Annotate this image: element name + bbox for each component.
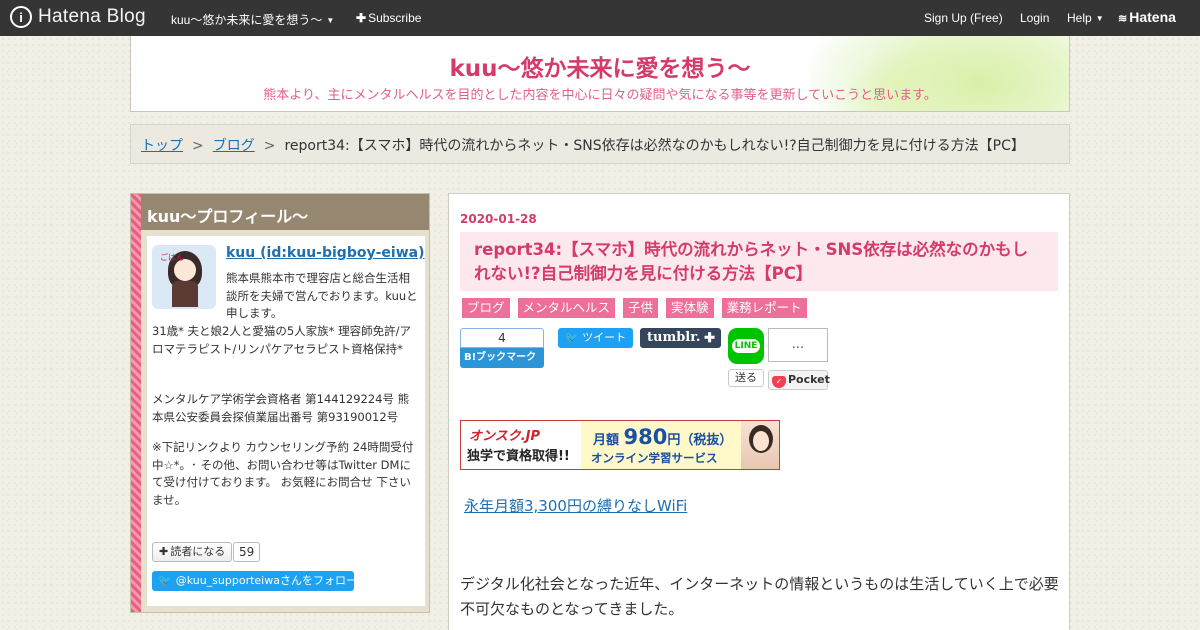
banner-service: オンライン学習サービス bbox=[591, 451, 718, 465]
breadcrumb-separator: > bbox=[192, 138, 204, 154]
logo-text: Hatena Blog bbox=[38, 6, 146, 27]
blog-description: 熊本より、主にメンタルヘルスを目的とした内容を中心に日々の疑問や気になる事等を更… bbox=[263, 88, 937, 103]
banner-plan-prefix: 月額 bbox=[593, 433, 620, 448]
help-menu[interactable]: Help ▼ bbox=[1067, 11, 1104, 25]
banner-middle: 月額 980円（税抜） オンライン学習サービス bbox=[581, 421, 741, 469]
avatar-caption: ごはん bbox=[160, 253, 184, 262]
caret-down-icon: ▼ bbox=[326, 16, 335, 25]
subscribe-label: Subscribe bbox=[368, 11, 422, 25]
banner-price-suffix: 円（税抜） bbox=[667, 433, 733, 448]
profile-module: kuu～プロフィール～ ごはん kuu (id:kuu-bigboy-eiwa)… bbox=[130, 193, 430, 613]
global-header: i Hatena Blog kuu～悠か未来に愛を想う～ ▼ ✚ Subscribe… bbox=[0, 0, 1200, 36]
article-title[interactable]: report34:【スマホ】時代の流れからネット・SNS依存は必然なのかもしれな… bbox=[460, 232, 1058, 291]
category-tag[interactable]: 実体験 bbox=[666, 298, 714, 318]
login-link[interactable]: Login bbox=[1020, 11, 1049, 25]
plus-icon: ✚ bbox=[704, 330, 715, 345]
breadcrumb-blog-link[interactable]: ブログ bbox=[213, 138, 255, 154]
profile-bio-intro: 熊本県熊本市で理容店と総合生活相談所を夫婦で営んでおります。kuuと申します。 bbox=[226, 271, 418, 320]
pocket-label: Pocket bbox=[788, 373, 830, 386]
banner-photo-face bbox=[753, 431, 769, 451]
blog-header: kuu～悠か未来に愛を想う～ 熊本より、主にメンタルヘルスを目的とした内容を中心… bbox=[130, 36, 1070, 112]
subscribe-button[interactable]: ✚ Subscribe bbox=[356, 11, 421, 25]
profile-bio-family: 31歳* 夫と娘2人と愛猫の5人家族* 理容師免許/アロマテラピスト/リンパケア… bbox=[152, 324, 411, 356]
banner-price: 980 bbox=[623, 425, 668, 449]
tumblr-label: tumblr. bbox=[647, 330, 701, 345]
profile-bio-license: メンタルケア学術学会資格者 第144129224号 熊本県公安委員会探偵業届出番… bbox=[152, 392, 410, 424]
tweet-button[interactable]: 🐦 ツイート bbox=[558, 328, 633, 348]
category-tag[interactable]: メンタルヘルス bbox=[517, 298, 616, 318]
hatena-link[interactable]: ≋ Hatena bbox=[1118, 9, 1176, 25]
onsuku-ad-banner[interactable]: オンスク.JP 独学で資格取得!! 月額 980円（税抜） オンライン学習サービ… bbox=[460, 420, 780, 470]
profile-section-title: kuu～プロフィール～ bbox=[141, 194, 429, 230]
hatena-bookmark-button[interactable]: 4 B!ブックマーク bbox=[460, 328, 544, 368]
caret-down-icon: ▼ bbox=[1095, 14, 1104, 23]
profile-bio-contact: ※下記リンクより カウンセリング予約 24時間受付中☆*。･ その他、お問い合わ… bbox=[152, 440, 414, 507]
tumblr-share-button[interactable]: tumblr. ✚ bbox=[640, 328, 721, 348]
breadcrumb-separator: > bbox=[263, 138, 276, 154]
reader-button-label: 読者になる bbox=[170, 545, 226, 558]
banner-left: オンスク.JP 独学で資格取得!! bbox=[461, 421, 581, 469]
blog-menu-label: kuu～悠か未来に愛を想う～ bbox=[171, 13, 323, 27]
breadcrumb-current: report34:【スマホ】時代の流れからネット・SNS依存は必然なのかもしれな… bbox=[284, 138, 1025, 154]
banner-brand: オンスク.JP bbox=[469, 429, 541, 444]
banner-plan: 月額 980円（税抜） bbox=[593, 425, 732, 449]
category-tag[interactable]: 業務レポート bbox=[721, 298, 807, 318]
hatena-blog-logo-icon: i bbox=[10, 6, 32, 28]
reader-count: 59 bbox=[233, 542, 261, 562]
avatar[interactable]: ごはん bbox=[152, 245, 216, 309]
breadcrumb-top-link[interactable]: トップ bbox=[141, 138, 183, 154]
pocket-count: ... bbox=[768, 328, 828, 362]
twitter-bird-icon: 🐦 bbox=[158, 574, 172, 587]
banner-photo bbox=[741, 421, 779, 469]
profile-name-link[interactable]: kuu (id:kuu-bigboy-eiwa) bbox=[226, 245, 424, 263]
line-icon[interactable]: LINE bbox=[728, 328, 764, 364]
category-list: ブログ メンタルヘルス 子供 実体験 業務レポート bbox=[462, 298, 807, 318]
tweet-label: ツイート bbox=[582, 331, 627, 344]
breadcrumb: トップ > ブログ > report34:【スマホ】時代の流れからネット・SNS依存は必… bbox=[130, 124, 1070, 164]
twitter-bird-icon: 🐦 bbox=[564, 331, 583, 344]
hatena-bookmark-count: 4 bbox=[460, 328, 544, 348]
plus-icon: ✚ bbox=[356, 11, 367, 25]
help-label: Help bbox=[1067, 11, 1092, 25]
category-tag[interactable]: 子供 bbox=[623, 298, 659, 318]
banner-tagline: 独学で資格取得!! bbox=[467, 449, 570, 464]
line-send-button[interactable]: 送る bbox=[728, 369, 764, 387]
line-label: LINE bbox=[731, 339, 761, 353]
hatena-label: Hatena bbox=[1129, 9, 1176, 25]
signup-link[interactable]: Sign Up (Free) bbox=[924, 11, 1003, 25]
profile-body: ごはん kuu (id:kuu-bigboy-eiwa) 熊本県熊本市で理容店と… bbox=[147, 236, 425, 606]
pocket-icon: ✓ bbox=[772, 376, 786, 388]
plus-icon: ✚ bbox=[159, 545, 169, 558]
stripe-decoration bbox=[131, 194, 141, 612]
avatar-body bbox=[172, 281, 198, 307]
follow-label: @kuu_supporteiwaさんをフォロー bbox=[175, 574, 357, 587]
hatena-wave-icon: ≋ bbox=[1118, 13, 1128, 25]
hatena-blog-logo[interactable]: i Hatena Blog bbox=[10, 6, 146, 28]
pocket-button[interactable]: ✓ Pocket bbox=[768, 370, 830, 390]
hatena-bookmark-label: B!ブックマーク bbox=[460, 348, 544, 368]
wifi-ad-link[interactable]: 永年月額3,300円の縛りなしWiFi bbox=[464, 495, 687, 516]
article: 2020-01-28 report34:【スマホ】時代の流れからネット・SNS依… bbox=[448, 193, 1070, 630]
blog-menu-dropdown[interactable]: kuu～悠か未来に愛を想う～ ▼ bbox=[171, 11, 334, 28]
article-date[interactable]: 2020-01-28 bbox=[460, 212, 537, 226]
category-tag[interactable]: ブログ bbox=[462, 298, 510, 318]
twitter-follow-button[interactable]: 🐦 @kuu_supporteiwaさんをフォロー bbox=[152, 571, 357, 591]
blog-title[interactable]: kuu～悠か未来に愛を想う～ bbox=[131, 49, 1069, 83]
article-body-text: デジタル化社会となった近年、インターネットの情報というものは生活していく上で必要… bbox=[460, 575, 1059, 618]
subscribe-reader-button[interactable]: ✚ 読者になる bbox=[152, 542, 233, 562]
